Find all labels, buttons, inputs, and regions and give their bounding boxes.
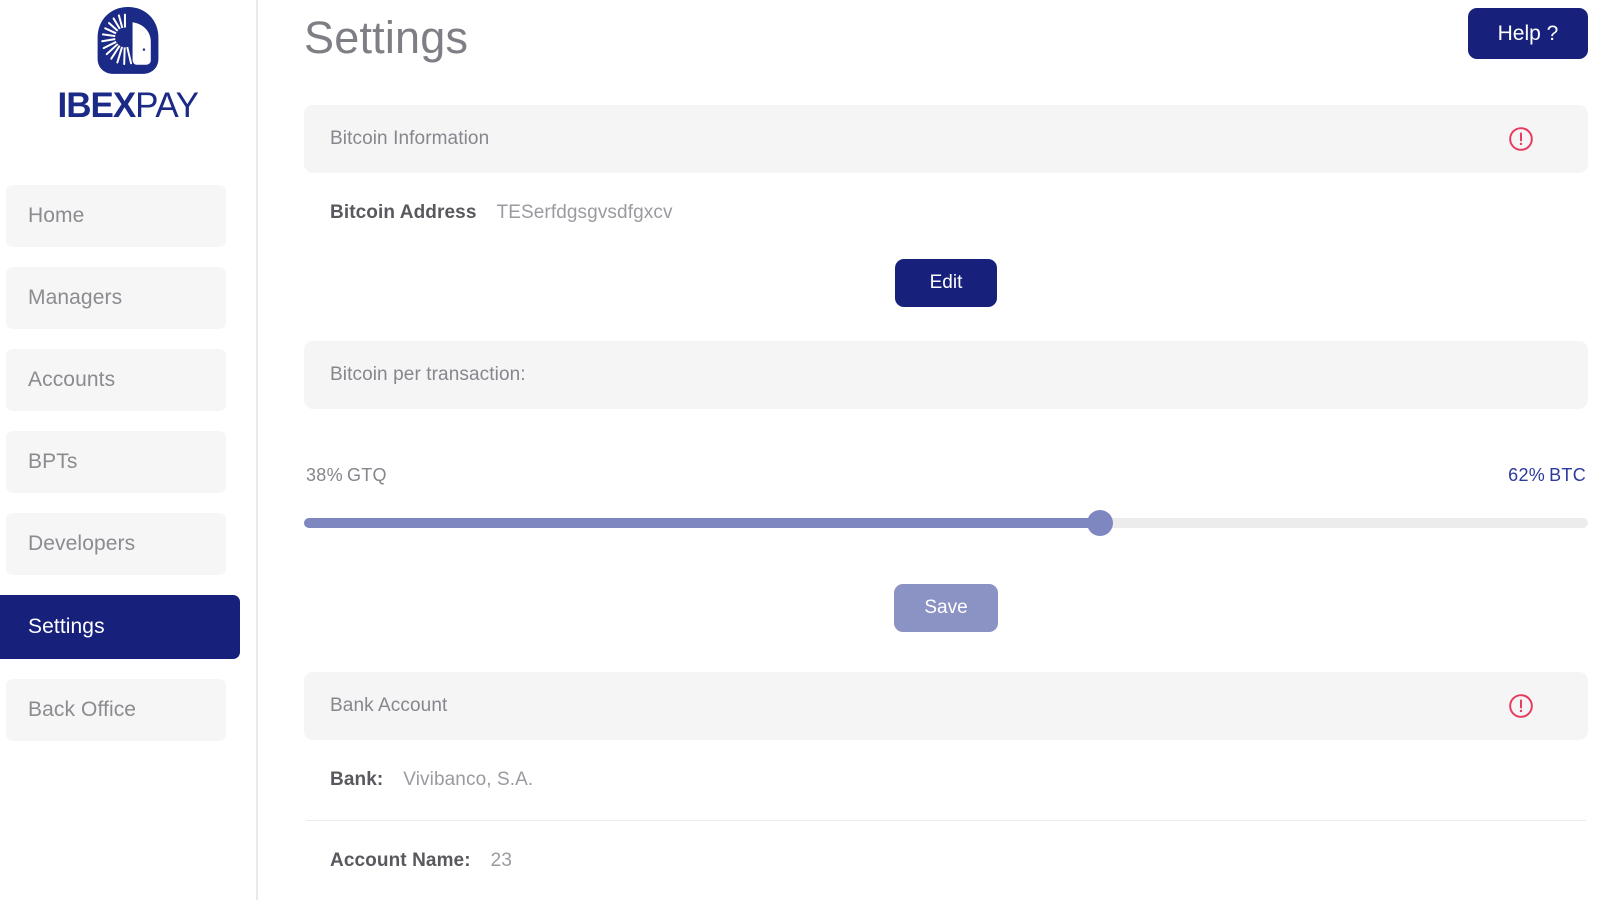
- bitcoin-information-header: Bitcoin Information: [304, 105, 1588, 173]
- sidebar-item-label: Settings: [28, 615, 105, 638]
- bank-account-header: Bank Account: [304, 672, 1588, 740]
- slider-fill: [304, 518, 1101, 528]
- main-content: Settings Help ? Bitcoin Information Bitc…: [258, 0, 1600, 900]
- section-title: Bitcoin per transaction:: [330, 364, 526, 385]
- sidebar-item-label: Managers: [28, 286, 123, 309]
- sidebar-item-label: BPTs: [28, 450, 78, 473]
- sidebar-item-back-office[interactable]: Back Office: [6, 679, 226, 741]
- sidebar: IBEXPAY Home Managers Accounts BPTs Deve…: [0, 0, 258, 900]
- bitcoin-address-value: TESerfdgsgvsdfgxcv: [496, 202, 673, 223]
- sidebar-nav: Home Managers Accounts BPTs Developers S…: [0, 185, 256, 741]
- brand-name-bold: IBEX: [57, 86, 136, 125]
- sidebar-item-label: Back Office: [28, 698, 137, 721]
- brand-name-light: PAY: [135, 86, 199, 125]
- sidebar-item-accounts[interactable]: Accounts: [6, 349, 226, 411]
- slider-legend: 38% GTQ 62% BTC: [304, 465, 1588, 486]
- alert-circle-icon[interactable]: [1508, 693, 1534, 719]
- edit-button[interactable]: Edit: [895, 259, 997, 307]
- sidebar-item-label: Home: [28, 204, 85, 227]
- save-button[interactable]: Save: [894, 584, 998, 632]
- btc-currency: BTC: [1549, 465, 1586, 485]
- slider-legend-right: 62% BTC: [1508, 465, 1586, 486]
- btc-percent: 62%: [1508, 465, 1546, 485]
- allocation-slider[interactable]: [304, 510, 1588, 536]
- brand-wordmark: IBEXPAY: [57, 86, 199, 125]
- bank-value: Vivibanco, S.A.: [403, 769, 534, 790]
- sidebar-item-bpts[interactable]: BPTs: [6, 431, 226, 493]
- bitcoin-address-label: Bitcoin Address: [330, 202, 477, 223]
- sidebar-item-label: Accounts: [28, 368, 116, 391]
- gtq-currency: GTQ: [346, 465, 387, 485]
- bitcoin-per-transaction-header: Bitcoin per transaction:: [304, 341, 1588, 409]
- allocation-slider-block: 38% GTQ 62% BTC: [304, 465, 1588, 536]
- gtq-percent: 38%: [306, 465, 343, 485]
- save-button-row: Save: [304, 578, 1588, 638]
- page-title: Settings: [304, 12, 469, 63]
- section-title: Bitcoin Information: [330, 128, 490, 149]
- bitcoin-address-row: Bitcoin Address TESerfdgsgvsdfgxcv: [304, 173, 1588, 253]
- sidebar-item-managers[interactable]: Managers: [6, 267, 226, 329]
- help-button[interactable]: Help ?: [1468, 8, 1588, 59]
- ibex-head-emblem-icon: [97, 7, 159, 74]
- account-name-row: Account Name: 23: [304, 821, 1588, 900]
- account-name-label: Account Name:: [330, 850, 471, 871]
- app-root: IBEXPAY Home Managers Accounts BPTs Deve…: [0, 0, 1600, 900]
- sidebar-item-label: Developers: [28, 532, 136, 555]
- section-title: Bank Account: [330, 695, 448, 716]
- settings-content: Bitcoin Information Bitcoin Address TESe…: [304, 105, 1588, 900]
- alert-circle-icon[interactable]: [1508, 126, 1534, 152]
- account-name-value: 23: [490, 850, 512, 871]
- edit-button-row: Edit: [304, 253, 1588, 313]
- bank-row: Bank: Vivibanco, S.A.: [304, 740, 1588, 820]
- sidebar-item-settings[interactable]: Settings: [0, 595, 240, 659]
- slider-thumb[interactable]: [1087, 510, 1114, 536]
- brand-logo[interactable]: IBEXPAY: [0, 0, 256, 123]
- sidebar-item-home[interactable]: Home: [6, 185, 226, 247]
- slider-legend-left: 38% GTQ: [306, 465, 387, 486]
- bank-label: Bank:: [330, 769, 384, 790]
- sidebar-item-developers[interactable]: Developers: [6, 513, 226, 575]
